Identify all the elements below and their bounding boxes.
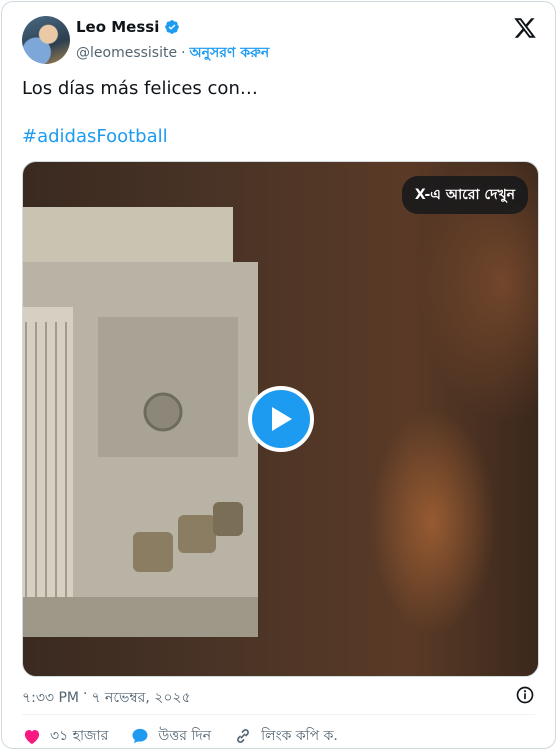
play-button[interactable] <box>248 386 314 452</box>
author-name-row: Leo Messi <box>76 18 180 36</box>
see-more-on-x-button[interactable]: X-এ আরো দেখুন <box>401 176 528 214</box>
copy-link-label: লিংক কপি ক. <box>261 728 338 744</box>
tweet-timestamp[interactable]: ৭:৩৩ PM · ৭ নভেম্বর, ২০২৫ <box>22 686 191 710</box>
tweet-card: Leo Messi @leomessisite · অনুসরণ করুন Lo… <box>1 1 556 749</box>
reply-icon <box>132 728 148 744</box>
tweet-text: Los días más felices con… <box>22 78 258 99</box>
video-player[interactable]: X-এ আরো দেখুন <box>22 161 539 677</box>
tweet-date: ৭ নভেম্বর, ২০২৫ <box>91 690 191 706</box>
play-icon <box>272 407 292 431</box>
tweet-time: ৭:৩৩ PM <box>22 690 79 706</box>
like-button[interactable]: ৩১ হাজার <box>22 724 108 748</box>
heart-icon <box>24 730 40 744</box>
follow-button[interactable]: অনুসরণ করুন <box>190 41 270 65</box>
info-icon[interactable] <box>515 685 535 705</box>
meta-separator: · <box>83 686 88 702</box>
separator-dot: · <box>181 45 186 61</box>
reply-label: উত্তর দিন <box>158 728 212 744</box>
author-handle[interactable]: @leomessisite <box>76 45 177 61</box>
author-name[interactable]: Leo Messi <box>76 18 159 36</box>
verified-badge-icon <box>165 20 180 34</box>
link-icon <box>237 729 250 743</box>
hashtag-link[interactable]: #adidasFootball <box>22 126 168 147</box>
like-count: ৩১ হাজার <box>50 728 109 744</box>
avatar[interactable] <box>22 16 70 64</box>
x-logo-icon[interactable] <box>513 16 537 40</box>
reply-button[interactable]: উত্তর দিন <box>130 724 211 748</box>
author-handle-row: @leomessisite · অনুসরণ করুন <box>76 41 269 65</box>
action-bar: ৩১ হাজার উত্তর দিন লিংক কপি ক. <box>22 724 338 748</box>
divider <box>22 714 535 715</box>
copy-link-button[interactable]: লিংক কপি ক. <box>233 724 338 748</box>
